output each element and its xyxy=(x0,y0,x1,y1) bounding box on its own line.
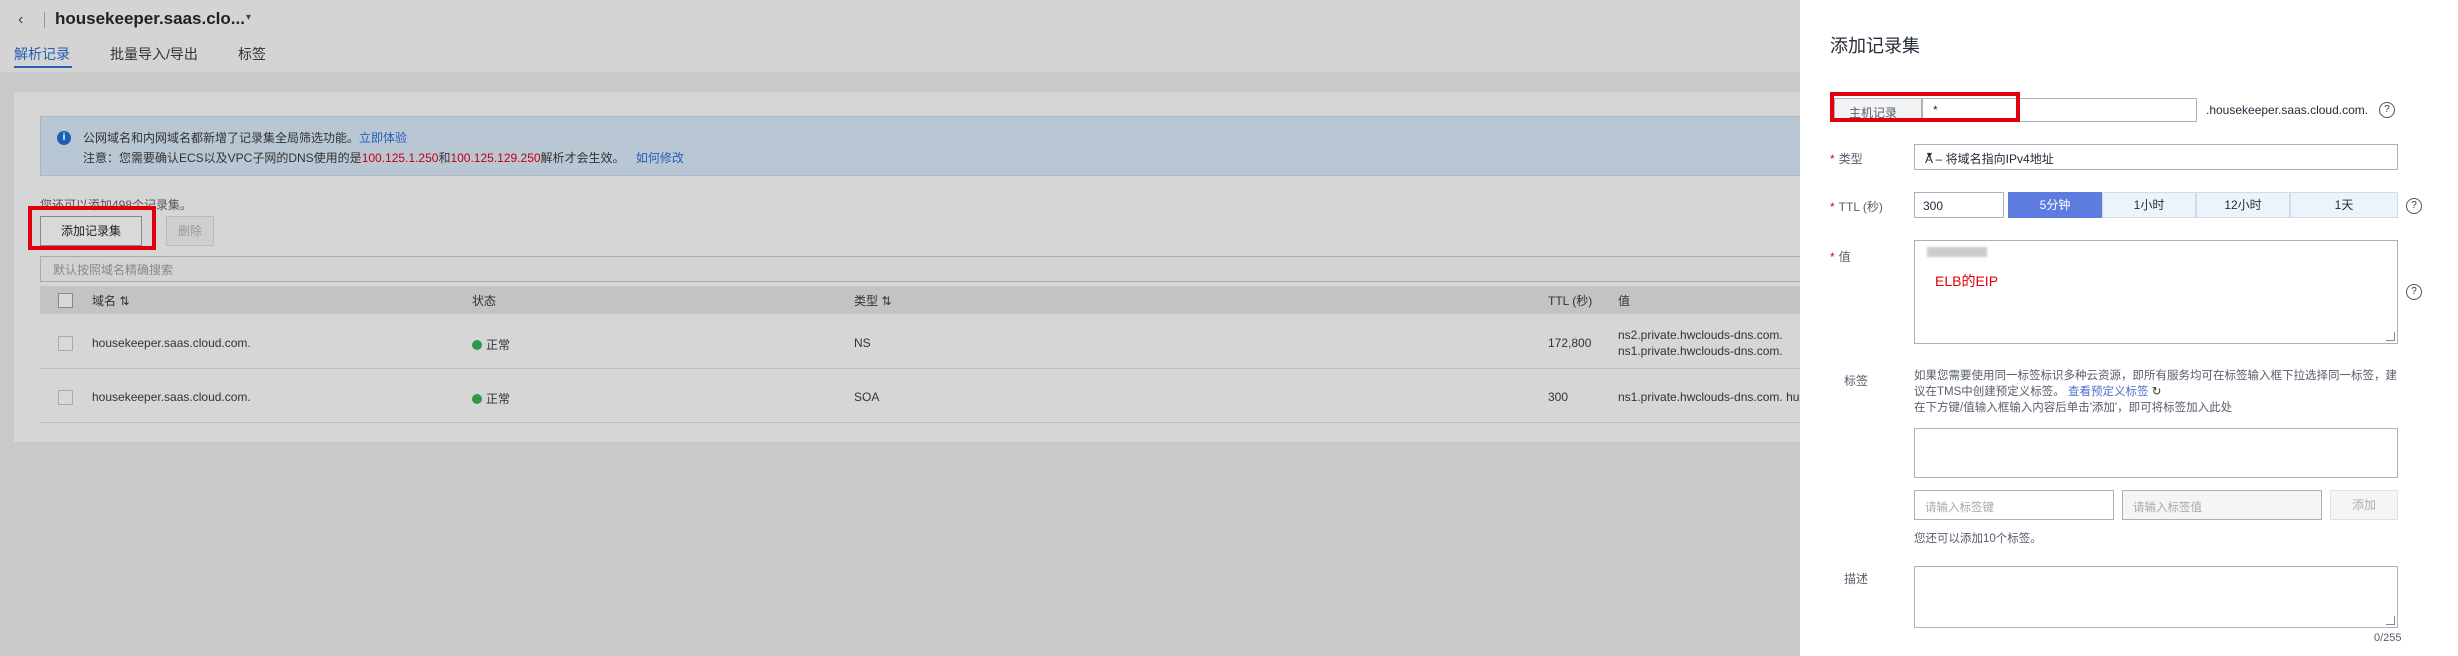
help-icon[interactable]: ? xyxy=(2406,284,2422,300)
column-header-type[interactable]: 类型 ⇅ xyxy=(854,292,891,309)
row-checkbox[interactable] xyxy=(58,336,73,351)
cell-type: SOA xyxy=(854,390,880,404)
ttl-label: * TTL (秒) xyxy=(1830,200,1883,214)
tag-value-placeholder: 请输入标签值 xyxy=(2133,502,2202,514)
active-tab-indicator xyxy=(14,66,72,68)
tag-add-button[interactable]: 添加 xyxy=(2330,490,2398,520)
dns-ip-2: 100.125.129.250 xyxy=(450,151,541,165)
divider xyxy=(44,12,45,28)
chevron-down-icon[interactable]: ▾ xyxy=(246,12,251,23)
tag-key-input[interactable]: 请输入标签键 xyxy=(1914,490,2114,520)
cell-domain: housekeeper.saas.cloud.com. xyxy=(92,390,251,404)
value-label: * 值 xyxy=(1830,250,1851,264)
resize-handle-icon[interactable] xyxy=(2386,332,2395,341)
try-now-link[interactable]: 立即体验 xyxy=(359,131,407,145)
sort-icon[interactable]: ⇅ xyxy=(881,294,891,308)
tag-label: 标签 xyxy=(1844,374,1869,388)
zone-title[interactable]: housekeeper.saas.clo... xyxy=(55,9,245,29)
help-icon[interactable]: ? xyxy=(2379,102,2395,118)
description-char-counter: 0/255 xyxy=(2374,632,2402,644)
tag-key-placeholder: 请输入标签键 xyxy=(1925,502,1994,514)
description-label: 描述 xyxy=(1844,572,1869,586)
ttl-option-5min[interactable]: 5分钟 xyxy=(2008,192,2102,218)
caret-down-icon: ▼ xyxy=(1925,150,1934,160)
background-page: ‹ housekeeper.saas.clo... ▾ 解析记录 批量导入/导出… xyxy=(0,0,1802,656)
table-row[interactable]: housekeeper.saas.cloud.com. 正常 NS 172,80… xyxy=(40,316,1800,369)
drawer-title: 添加记录集 xyxy=(1830,36,1920,56)
notice-line-2: 注意：您需要确认ECS以及VPC子网的DNS使用的是100.125.1.250和… xyxy=(83,149,684,166)
type-label: * 类型 xyxy=(1830,152,1863,166)
ttl-option-12h[interactable]: 12小时 xyxy=(2196,192,2290,218)
cell-domain: housekeeper.saas.cloud.com. xyxy=(92,336,251,350)
cell-ttl: 300 xyxy=(1548,390,1569,404)
host-record-suffix: .housekeeper.saas.cloud.com. xyxy=(2206,103,2369,117)
tab-import-export[interactable]: 批量导入/导出 xyxy=(110,44,198,64)
info-icon: i xyxy=(57,131,71,145)
column-header-value: 值 xyxy=(1618,294,1631,308)
row-checkbox[interactable] xyxy=(58,390,73,405)
cell-ttl: 172,800 xyxy=(1548,336,1592,350)
tag-description: 如果您需要使用同一标签标识多种云资源，即所有服务均可在标签输入框下拉选择同一标签… xyxy=(1914,370,2397,414)
status-ok-icon xyxy=(472,340,482,350)
refresh-icon[interactable]: ↻ xyxy=(2152,386,2162,398)
help-icon[interactable]: ? xyxy=(2406,198,2422,214)
notice-text: 公网域名和内网域名都新增了记录集全局筛选功能。 xyxy=(83,131,360,145)
select-all-checkbox[interactable] xyxy=(58,293,73,308)
cell-value-1: ns1.private.hwclouds-dns.com. hu xyxy=(1618,390,1800,404)
description-textarea[interactable] xyxy=(1914,566,2398,628)
notice-text: 解析才会生效。 xyxy=(540,151,625,165)
type-select[interactable]: A – 将域名指向IPv4地址 ▼ xyxy=(1914,144,2398,170)
highlight-box xyxy=(28,206,156,250)
view-predefined-tags-link[interactable]: 查看预定义标签 xyxy=(2068,386,2149,398)
resize-handle-icon[interactable] xyxy=(2386,616,2395,625)
dns-ip-1: 100.125.1.250 xyxy=(361,151,439,165)
search-input[interactable]: 默认按照域名精确搜索 xyxy=(40,256,1802,282)
tab-tags[interactable]: 标签 xyxy=(238,44,266,64)
ttl-input-value: 300 xyxy=(1923,199,1944,213)
notice-text: 和 xyxy=(438,151,451,165)
cell-status: 正常 xyxy=(472,336,510,353)
notice-banner: i 公网域名和内网域名都新增了记录集全局筛选功能。立即体验 注意：您需要确认EC… xyxy=(40,116,1802,176)
redacted-value xyxy=(1927,247,1987,257)
notice-line-1: 公网域名和内网域名都新增了记录集全局筛选功能。立即体验 xyxy=(83,129,407,146)
add-recordset-drawer: 添加记录集 主机记录 * .housekeeper.saas.cloud.com… xyxy=(1800,0,2458,656)
table-row[interactable]: housekeeper.saas.cloud.com. 正常 SOA 300 n… xyxy=(40,370,1800,423)
table-header: 域名 ⇅ 状态 类型 ⇅ TTL (秒) 值 xyxy=(40,286,1800,314)
tag-value-input[interactable]: 请输入标签值 xyxy=(2122,490,2322,520)
tag-remaining-text: 您还可以添加10个标签。 xyxy=(1914,533,2042,545)
highlight-box xyxy=(1830,92,2020,122)
cell-value-1: ns2.private.hwclouds-dns.com. xyxy=(1618,328,1783,342)
column-header-domain[interactable]: 域名 ⇅ xyxy=(92,292,129,309)
value-textarea[interactable]: ELB的EIP xyxy=(1914,240,2398,344)
column-header-status: 状态 xyxy=(472,294,497,308)
sort-icon[interactable]: ⇅ xyxy=(119,294,129,308)
cell-status: 正常 xyxy=(472,390,510,407)
cell-value-2: ns1.private.hwclouds-dns.com. xyxy=(1618,344,1783,358)
ttl-option-1d[interactable]: 1天 xyxy=(2290,192,2398,218)
tab-records[interactable]: 解析记录 xyxy=(14,44,70,64)
delete-button[interactable]: 删除 xyxy=(166,216,214,246)
top-bar: ‹ housekeeper.saas.clo... ▾ 解析记录 批量导入/导出… xyxy=(0,0,1800,72)
ttl-input[interactable]: 300 xyxy=(1914,192,2004,218)
chevron-left-icon[interactable]: ‹ xyxy=(18,10,36,30)
column-header-ttl: TTL (秒) xyxy=(1548,294,1593,308)
notice-text: 注意：您需要确认ECS以及VPC子网的DNS使用的是 xyxy=(83,151,362,165)
value-annotation: ELB的EIP xyxy=(1935,273,1999,289)
cell-type: NS xyxy=(854,336,871,350)
status-ok-icon xyxy=(472,394,482,404)
ttl-option-1h[interactable]: 1小时 xyxy=(2102,192,2196,218)
tag-list-area xyxy=(1914,428,2398,478)
search-placeholder: 默认按照域名精确搜索 xyxy=(53,263,174,277)
how-to-modify-link[interactable]: 如何修改 xyxy=(636,151,684,165)
